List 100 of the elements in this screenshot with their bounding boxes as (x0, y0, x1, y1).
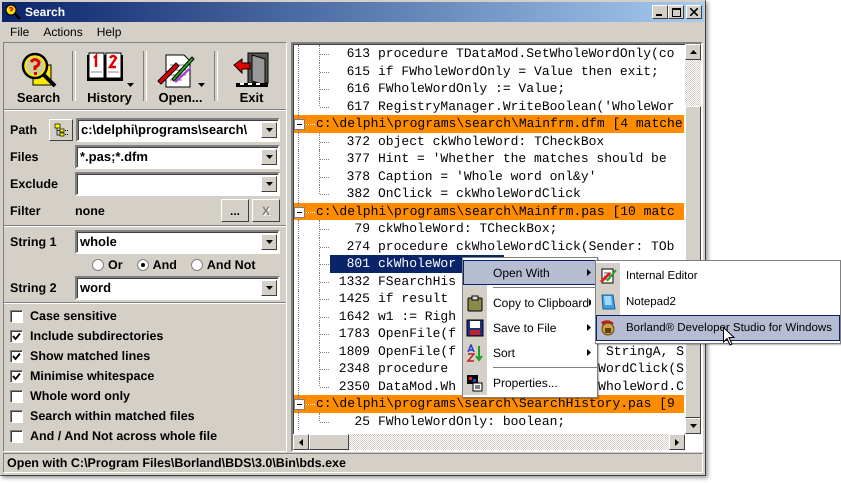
combo-box[interactable]: *.pas;*.dfm (75, 144, 280, 168)
match-line[interactable]: 1783 OpenFile(f (330, 325, 460, 342)
status-text: Open with C:\Program Files\Borland\BDS\3.0\Bin\bds.exe (7, 456, 346, 470)
toolbar-button[interactable]: Search (8, 45, 69, 107)
checkbox-label[interactable]: Show matched lines (30, 349, 150, 363)
close-button[interactable] (686, 5, 702, 19)
minimize-button[interactable] (652, 5, 668, 19)
document-icon (599, 267, 617, 285)
toolbar-button[interactable]: Open... (150, 45, 211, 107)
toolbar-button[interactable]: Exit (221, 45, 282, 107)
right-arrow-icon (675, 438, 679, 446)
toolbar-button[interactable]: History (79, 45, 140, 107)
field-label: Filter (10, 204, 42, 218)
code-text: WholeWord.C (598, 378, 684, 394)
window-title: Search (25, 5, 66, 19)
match-line[interactable]: 372 object ckWholeWord: TCheckBox (330, 132, 608, 150)
horizontal-scrollbar[interactable] (293, 434, 685, 450)
dropdown-button[interactable] (261, 148, 277, 164)
radio-button[interactable] (190, 258, 203, 270)
checkbox[interactable] (10, 370, 23, 382)
match-line[interactable]: 79 ckWholeWord: TCheckBox; (330, 220, 562, 238)
match-line[interactable]: 25 FWholeWordOnly: boolean; (330, 412, 570, 430)
field-label: String 1 (10, 234, 58, 248)
match-line[interactable]: 382 OnClick = ckWholeWordClick (330, 185, 585, 202)
collapse-toggle[interactable] (294, 206, 305, 218)
dropdown-button[interactable] (261, 234, 277, 250)
match-line[interactable]: 613 procedure TDataMod.SetWholeWordOnly(co (330, 45, 678, 62)
scroll-thumb[interactable] (309, 434, 349, 450)
maximize-icon (672, 8, 680, 16)
caret-icon (266, 182, 272, 186)
checkbox[interactable] (10, 430, 23, 442)
match-line[interactable]: 1809 OpenFile(f (330, 342, 460, 360)
menu-item[interactable]: Notepad2 (596, 289, 840, 315)
caret-icon (266, 240, 272, 244)
scroll-down-button[interactable] (685, 418, 701, 434)
menu-item[interactable]: Sort (463, 340, 597, 365)
match-line[interactable]: 378 Caption = 'Whole word onl&y' (330, 168, 600, 185)
collapse-toggle[interactable] (294, 399, 305, 410)
filter-value: none (75, 204, 106, 218)
radio-button[interactable] (92, 258, 104, 270)
properties-icon (466, 374, 484, 392)
combo-box[interactable]: word (75, 276, 280, 300)
checkbox-label[interactable]: Whole word only (30, 389, 130, 403)
browse-button[interactable] (49, 118, 73, 140)
match-line[interactable]: 1332 FSearchHis (330, 272, 460, 290)
dropdown-button[interactable] (261, 122, 277, 138)
menu-item[interactable]: Copy to Clipboard (463, 290, 597, 315)
down-arrow-icon (690, 424, 696, 428)
scroll-right-button[interactable] (669, 434, 685, 450)
checkbox-label[interactable]: Include subdirectories (30, 329, 164, 343)
checkbox-label[interactable]: Case sensitive (30, 309, 117, 323)
caret-icon (266, 154, 272, 158)
scroll-up-button[interactable] (685, 44, 701, 60)
radio-label[interactable]: And (152, 258, 177, 272)
code-text: StringA, S (606, 344, 684, 359)
menu-item[interactable]: Help (90, 25, 128, 39)
match-line[interactable]: 2348 procedure (330, 360, 452, 378)
combo-box[interactable]: c:\delphi\programs\search\ (76, 118, 280, 142)
menu-item[interactable]: Internal Editor (596, 263, 840, 289)
combo-box[interactable] (75, 172, 280, 196)
menu-item[interactable]: Properties... (463, 370, 597, 395)
menu-item[interactable]: Open With (463, 260, 597, 285)
dropdown-button[interactable] (261, 176, 277, 192)
helmet-icon (599, 319, 617, 337)
checkbox[interactable] (10, 410, 23, 422)
dropdown-button[interactable] (261, 280, 277, 296)
menu-item[interactable]: Save to File (463, 315, 597, 340)
checkbox[interactable] (10, 330, 23, 342)
maximize-button[interactable] (668, 5, 684, 19)
field-label: Files (10, 150, 40, 164)
checkbox-label[interactable]: Minimise whitespace (30, 369, 154, 383)
checkbox[interactable] (10, 390, 23, 402)
match-line[interactable]: 1425 if result (330, 290, 452, 308)
radio-label[interactable]: Or (108, 258, 123, 272)
match-line[interactable]: 377 Hint = 'Whether the matches should be (330, 150, 671, 168)
door-icon (232, 51, 272, 89)
menu-item[interactable]: Borland® Developer Studio for Windows (596, 315, 840, 341)
browse-button[interactable]: ... (221, 199, 249, 222)
menu-item[interactable]: File (4, 25, 36, 39)
match-line[interactable]: 1642 w1 := Righ (330, 308, 460, 325)
code-text: WordClick(S (598, 361, 684, 376)
radio-button[interactable] (136, 258, 149, 270)
match-line[interactable]: 615 if FWholeWordOnly = Value then exit; (330, 62, 663, 80)
match-line[interactable]: 274 procedure ckWholeWordClick(Sender: TOb (330, 238, 678, 255)
match-line[interactable]: 617 RegistryManager.WriteBoolean('WholeWor (330, 98, 678, 115)
checkbox[interactable] (10, 350, 23, 362)
checkbox-label[interactable]: And / And Not across whole file (30, 429, 218, 443)
checkbox[interactable] (10, 310, 23, 322)
caret-icon (266, 128, 272, 132)
scroll-left-button[interactable] (293, 434, 309, 450)
match-line[interactable]: 616 FWholeWordOnly := Value; (330, 80, 570, 98)
combo-box[interactable]: whole (75, 230, 280, 254)
menu-item[interactable]: Actions (37, 25, 89, 39)
match-line[interactable]: 2350 DataMod.Wh (330, 378, 460, 395)
clipboard-icon (466, 294, 484, 312)
caret-icon (266, 286, 272, 290)
checkbox-label[interactable]: Search within matched files (30, 409, 195, 423)
folder-tree-icon (54, 122, 68, 136)
radio-label[interactable]: And Not (206, 258, 256, 272)
collapse-toggle[interactable] (294, 119, 305, 130)
